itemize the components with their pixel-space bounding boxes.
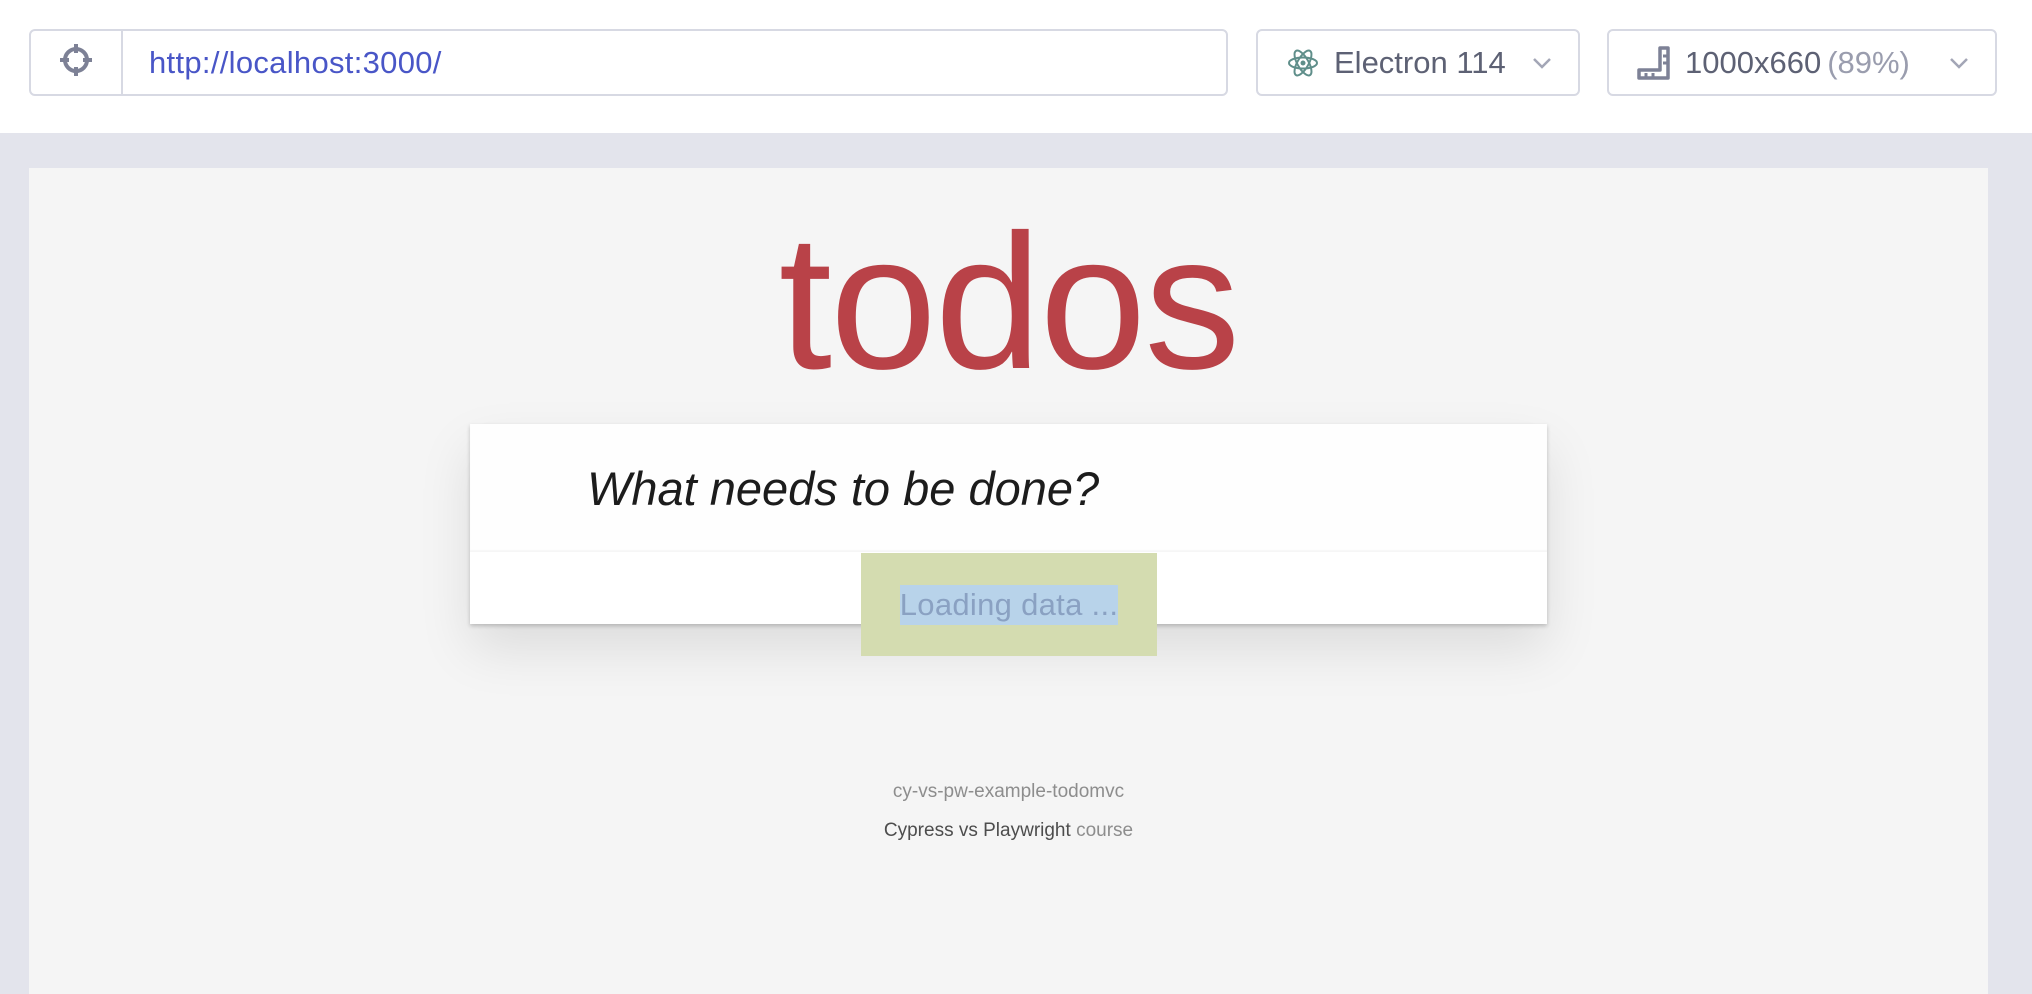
electron-icon xyxy=(1286,46,1320,80)
browser-dropdown[interactable]: Electron 114 xyxy=(1256,29,1580,96)
todo-card: Loading data ... xyxy=(470,424,1547,656)
viewport-size: 1000x660 xyxy=(1685,44,1822,80)
footer-course-link[interactable]: Cypress vs Playwright xyxy=(884,820,1071,841)
app-under-test: todos Loading data ... cy-vs-pw-example-… xyxy=(29,168,1988,994)
browser-label: Electron 114 xyxy=(1334,44,1506,80)
loading-highlight: Loading data ... xyxy=(861,553,1157,656)
ruler-icon xyxy=(1637,45,1671,80)
new-todo-input[interactable] xyxy=(470,424,1547,552)
runner-toolbar: http://localhost:3000/ Electron 114 1000… xyxy=(0,0,2032,133)
url-bar: http://localhost:3000/ xyxy=(29,29,1228,96)
footer-course-suffix: course xyxy=(1076,820,1134,841)
page-title: todos xyxy=(778,194,1241,409)
viewport-scale: (89%) xyxy=(1827,44,1910,80)
footer-course: Cypress vs Playwright course xyxy=(29,820,1988,842)
selector-playground-button[interactable] xyxy=(31,31,123,94)
url-text[interactable]: http://localhost:3000/ xyxy=(123,31,442,94)
chevron-down-icon xyxy=(1949,57,1969,69)
viewport-dropdown[interactable]: 1000x660 (89%) xyxy=(1607,29,1997,96)
loading-text: Loading data ... xyxy=(899,584,1119,625)
footer-project-name: cy-vs-pw-example-todomvc xyxy=(892,781,1125,802)
chevron-down-icon xyxy=(1532,57,1552,69)
crosshair-icon xyxy=(59,43,93,82)
